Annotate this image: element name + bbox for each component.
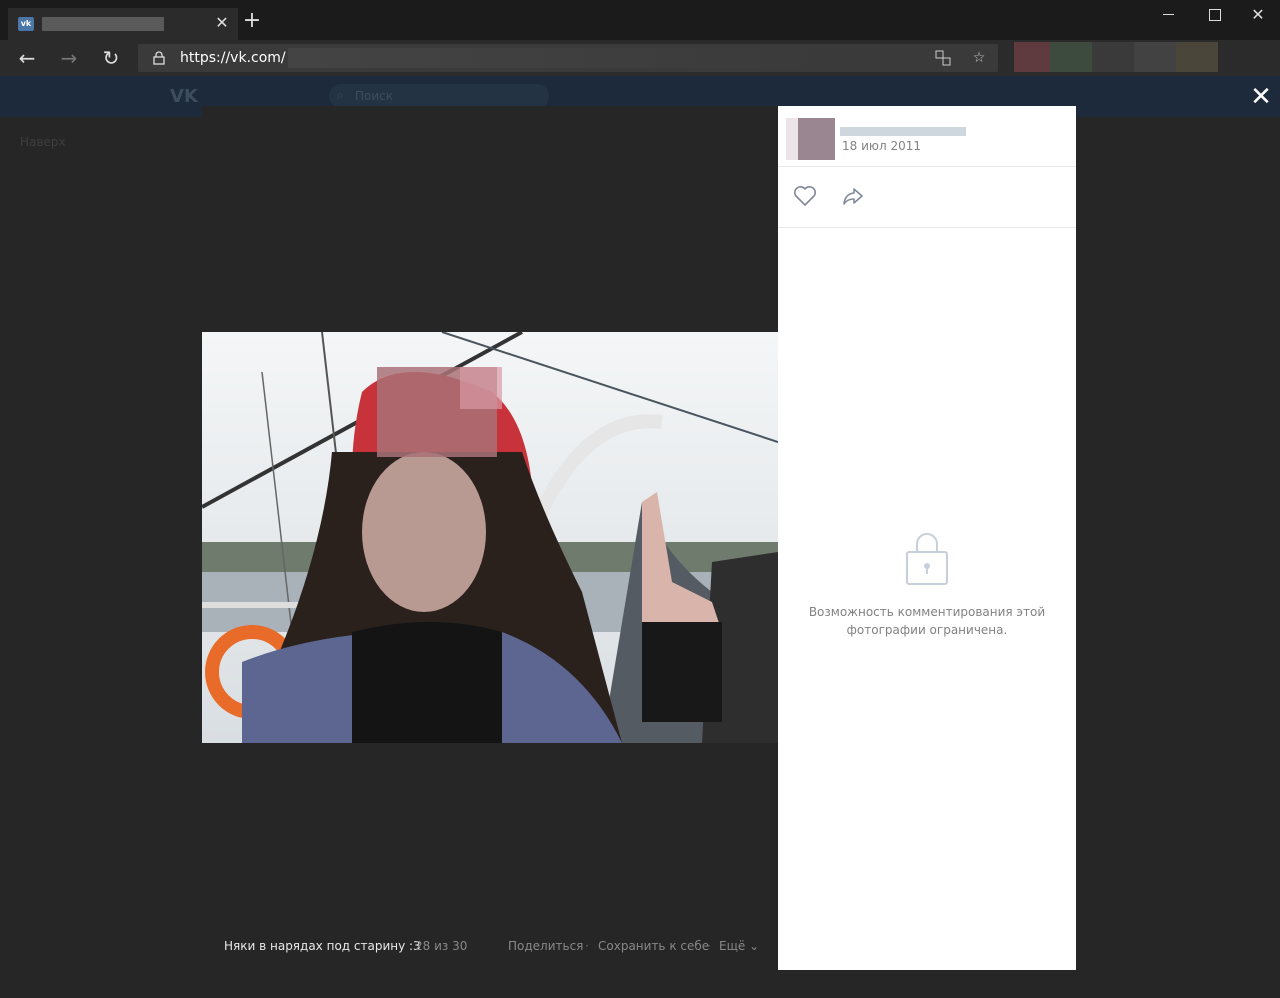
browser-tab[interactable]: vk ✕ (8, 8, 238, 40)
browser-tab-bar: vk ✕ + ✕ (0, 0, 1280, 40)
heart-icon[interactable] (792, 183, 818, 209)
extension-icon[interactable] (1176, 42, 1218, 72)
search-input[interactable]: ⌕ Поиск (329, 84, 549, 108)
forward-icon[interactable]: → (58, 47, 80, 69)
close-window-icon[interactable]: ✕ (1249, 6, 1267, 24)
url-redacted (288, 48, 838, 68)
new-tab-button[interactable]: + (242, 10, 262, 32)
author-name-redacted[interactable] (840, 127, 966, 136)
lock-icon (152, 51, 166, 65)
url-text: https://vk.com/ (180, 50, 286, 66)
photo-counter: 28 из 30 (415, 939, 468, 953)
lock-icon (904, 528, 950, 586)
address-bar[interactable]: https://vk.com/ ☆ (138, 44, 998, 72)
save-link[interactable]: Сохранить к себе (598, 939, 709, 953)
photo-caption: Няки в нарядах под старину :3 28 из 30 П… (202, 937, 778, 957)
reload-icon[interactable]: ↻ (100, 47, 122, 69)
photo-area: Няки в нарядах под старину :3 28 из 30 П… (202, 106, 778, 970)
vk-logo-icon[interactable]: VK (170, 86, 198, 107)
separator: · (585, 939, 589, 953)
separator: · (707, 939, 711, 953)
maximize-icon[interactable] (1205, 6, 1223, 24)
search-placeholder: Поиск (355, 89, 394, 103)
minimize-icon[interactable] (1160, 6, 1178, 24)
favorite-star-icon[interactable]: ☆ (970, 49, 988, 67)
share-arrow-icon[interactable] (840, 183, 866, 209)
photo-image[interactable] (202, 332, 778, 743)
album-link[interactable]: Няки в нарядах под старину :3 (224, 939, 421, 953)
comments-restricted-text: Возможность комментирования этой фотогра… (808, 605, 1046, 637)
post-date[interactable]: 18 июл 2011 (842, 139, 921, 153)
photo-viewer: Няки в нарядах под старину :3 28 из 30 П… (202, 106, 1076, 970)
photo-sidebar: 18 июл 2011 Возможность комментирования … (778, 106, 1076, 970)
tab-close-icon[interactable]: ✕ (212, 13, 232, 33)
translate-icon[interactable] (934, 49, 952, 67)
close-viewer-icon[interactable]: ✕ (1248, 84, 1274, 110)
browser-toolbar: ← → ↻ https://vk.com/ ☆ (0, 40, 1280, 76)
author-block: 18 июл 2011 (778, 106, 1076, 167)
vk-favicon-icon: vk (18, 17, 34, 31)
extension-icon[interactable] (1014, 42, 1050, 72)
back-to-top-link[interactable]: Наверх (20, 135, 66, 149)
search-icon: ⌕ (337, 88, 344, 102)
extension-icon[interactable] (1134, 42, 1176, 72)
avatar[interactable] (798, 118, 835, 160)
share-link[interactable]: Поделиться (508, 939, 583, 953)
extension-icon[interactable] (1092, 42, 1134, 72)
tab-title-redacted (42, 17, 164, 31)
extension-icon[interactable] (1050, 42, 1092, 72)
more-dropdown[interactable]: Ещё ⌄ (719, 939, 759, 953)
avatar-blur (786, 118, 798, 160)
actions-bar (778, 167, 1076, 228)
back-icon[interactable]: ← (16, 47, 38, 69)
